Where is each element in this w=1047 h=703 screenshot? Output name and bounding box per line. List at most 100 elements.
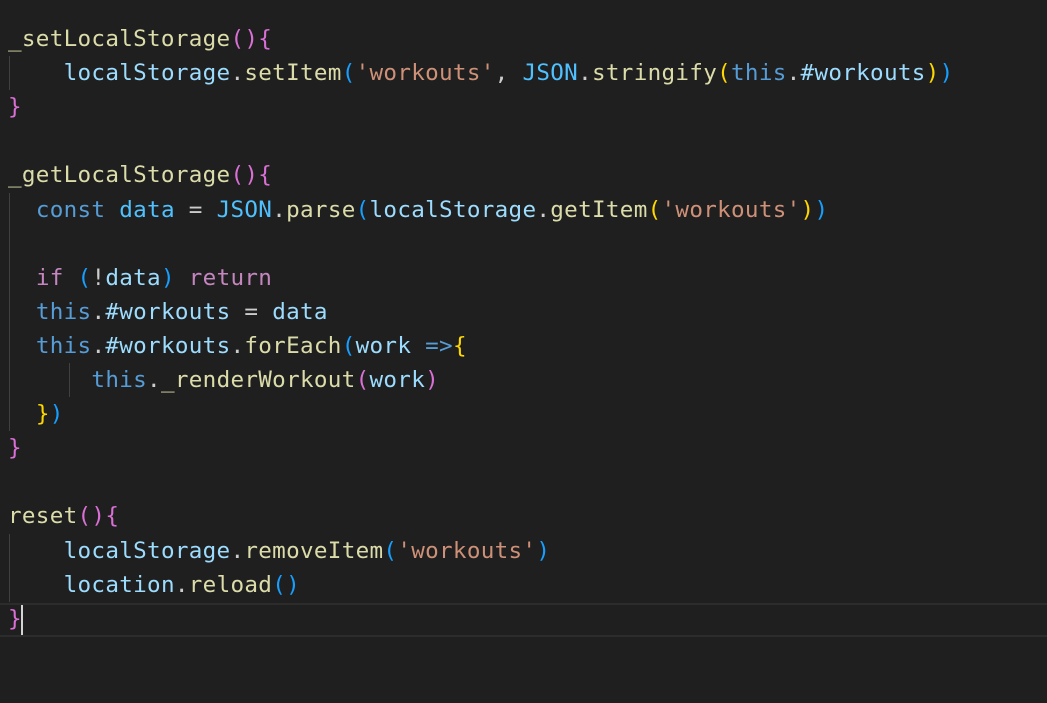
code-token: _renderWorkout — [160, 367, 356, 393]
code-token: #workouts — [105, 332, 231, 359]
code-token: 'workouts' — [355, 60, 495, 87]
code-token: } — [8, 94, 22, 121]
code-token: = — [174, 196, 217, 223]
code-token: . — [91, 298, 106, 325]
code-token: . — [91, 332, 106, 359]
code-token: = — [230, 298, 273, 325]
code-token: . — [786, 60, 801, 87]
code-token: this — [91, 367, 148, 393]
code-token: _getLocalStorage — [8, 162, 231, 189]
text-cursor — [21, 605, 23, 635]
code-token: ( — [355, 196, 370, 223]
code-token: localStorage — [63, 537, 231, 564]
code-token: } — [8, 435, 22, 462]
code-token: 'workouts' — [661, 196, 801, 223]
code-token: setItem — [244, 60, 342, 87]
code-token: () — [272, 571, 300, 598]
code-line[interactable]: this._renderWorkout(work) — [8, 363, 439, 397]
code-token: 'workouts' — [397, 537, 537, 564]
code-token: ( — [383, 537, 398, 564]
code-token: ) — [814, 196, 829, 223]
code-line[interactable]: }) — [8, 397, 64, 431]
code-line[interactable]: localStorage.setItem('workouts', JSON.st… — [8, 56, 954, 90]
code-token: forEach — [244, 332, 342, 359]
code-line[interactable]: _getLocalStorage(){ — [8, 158, 272, 192]
current-line-highlight — [0, 603, 1047, 637]
code-token: work — [355, 332, 412, 359]
code-token: ) — [160, 264, 175, 291]
code-token: JSON — [522, 60, 579, 87]
code-token: . — [578, 60, 592, 87]
code-token: JSON — [216, 196, 273, 223]
code-token: (){ — [230, 26, 273, 52]
code-token: data — [272, 298, 328, 325]
code-line[interactable]: this.#workouts = data — [8, 295, 328, 329]
code-token: ( — [355, 367, 370, 393]
code-token: _setLocalStorage — [8, 26, 231, 52]
code-token: . — [147, 367, 161, 393]
code-token: ( — [341, 332, 356, 359]
code-token: => — [425, 332, 453, 359]
code-token: data — [105, 264, 161, 291]
code-line[interactable]: reset(){ — [8, 499, 119, 533]
code-line[interactable]: location.reload() — [8, 568, 300, 602]
code-token: (){ — [230, 162, 273, 189]
code-token: #workouts — [105, 298, 231, 325]
code-token: { — [452, 332, 467, 359]
code-line[interactable]: localStorage.removeItem('workouts') — [8, 534, 550, 568]
code-token: localStorage — [369, 196, 537, 223]
code-token: if — [35, 264, 64, 291]
code-line[interactable]: _setLocalStorage(){ — [8, 22, 272, 56]
code-line[interactable]: this.#workouts.forEach(work =>{ — [8, 329, 467, 363]
code-token: reset — [8, 503, 78, 530]
code-token: this — [35, 332, 92, 359]
code-line[interactable]: } — [8, 90, 22, 124]
code-line[interactable]: const data = JSON.parse(localStorage.get… — [8, 193, 828, 227]
code-token: work — [369, 367, 426, 393]
code-token: removeItem — [244, 537, 384, 564]
code-token: (){ — [77, 503, 120, 530]
code-line[interactable]: } — [8, 602, 22, 636]
code-token: reload — [188, 571, 273, 598]
code-token: this — [35, 298, 92, 325]
code-token: ! — [91, 264, 106, 291]
code-token: ) — [536, 537, 551, 564]
code-editor[interactable]: _setLocalStorage(){ localStorage.setItem… — [0, 0, 1047, 703]
code-token: location — [63, 571, 175, 598]
code-token: ( — [647, 196, 662, 223]
code-token: . — [230, 537, 245, 564]
code-token: ) — [925, 60, 940, 87]
code-token: data — [119, 196, 175, 223]
code-token: stringify — [591, 60, 718, 87]
code-token: , — [494, 60, 523, 87]
code-token: . — [230, 332, 245, 359]
code-token: } — [35, 401, 50, 428]
code-token: getItem — [550, 196, 648, 223]
code-token: localStorage — [63, 60, 231, 87]
code-line[interactable]: } — [8, 431, 22, 465]
code-token: ) — [425, 367, 440, 393]
code-token: . — [230, 60, 245, 87]
code-token: . — [272, 196, 287, 223]
code-token: . — [536, 196, 551, 223]
code-token: return — [188, 264, 273, 291]
code-token: } — [8, 605, 22, 632]
code-token: ( — [717, 60, 732, 87]
code-token: #workouts — [800, 60, 926, 87]
code-token: this — [731, 60, 787, 87]
code-token: ) — [49, 401, 64, 428]
code-token: . — [174, 571, 189, 598]
code-token: ( — [77, 264, 92, 291]
code-token: ) — [800, 196, 815, 223]
code-line[interactable]: if (!data) return — [8, 261, 272, 295]
